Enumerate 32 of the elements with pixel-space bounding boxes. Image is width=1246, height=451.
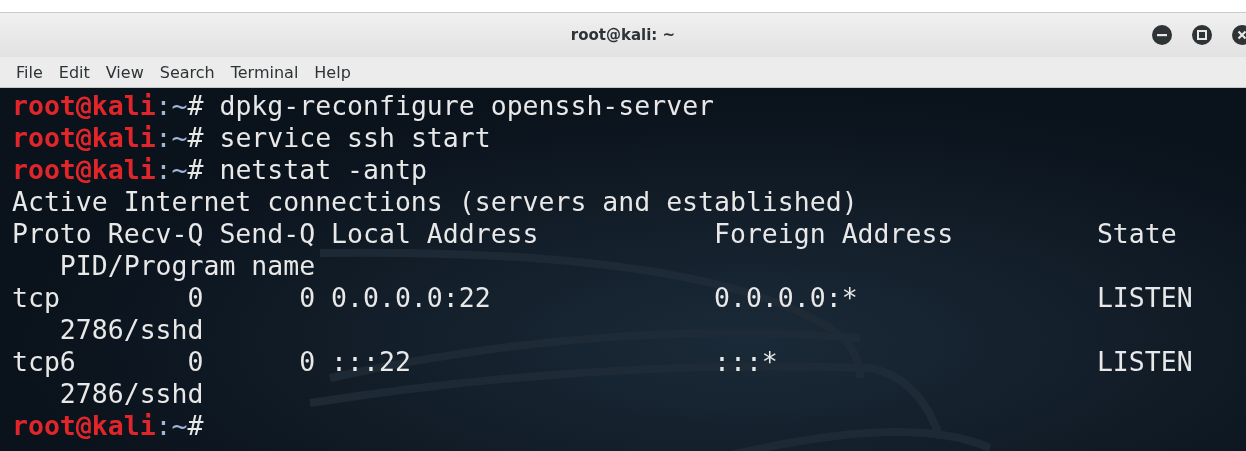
prompt-path: :~ (155, 410, 188, 441)
output-line: Active Internet connections (servers and established) (12, 186, 858, 218)
output-line: PID/Program name (58, 250, 316, 282)
output-line: Proto Recv-Q Send-Q Local Address Foreign Address State (12, 218, 1177, 250)
minimize-button[interactable] (1152, 25, 1172, 45)
command-text: dpkg-reconfigure openssh-server (219, 90, 715, 121)
menu-item[interactable]: Edit (50, 62, 98, 82)
prompt-symbol: # (187, 154, 204, 185)
command-text: service ssh start (219, 122, 491, 153)
output-line: tcp6 0 0 :::22 :::* LISTEN (12, 346, 1193, 378)
menu-item[interactable]: File (8, 62, 51, 82)
prompt-path: :~ (155, 154, 188, 185)
prompt-symbol: # (187, 122, 204, 153)
prompt-user-host: root@kali (12, 122, 156, 153)
menu-item[interactable]: View (97, 62, 152, 82)
prompt-path: :~ (155, 90, 188, 121)
prompt-path: :~ (155, 122, 188, 153)
window-title: root@kali: ~ (570, 26, 676, 44)
prompt-user-host: root@kali (12, 90, 156, 121)
output-line: tcp 0 0 0.0.0.0:22 0.0.0.0:* LISTEN (12, 282, 1193, 314)
menu-item[interactable]: Terminal (222, 62, 307, 82)
command-text: netstat -antp (219, 154, 427, 185)
menu-item[interactable]: Help (306, 62, 359, 82)
output-line: 2786/sshd (58, 378, 204, 410)
menu-item[interactable]: Search (151, 62, 223, 82)
prompt-user-host: root@kali (12, 154, 156, 185)
output-line: 2786/sshd (58, 314, 204, 346)
prompt-user-host: root@kali (12, 410, 156, 441)
prompt-symbol: # (187, 410, 204, 441)
maximize-button[interactable] (1192, 25, 1212, 45)
prompt-symbol: # (187, 90, 204, 121)
close-button[interactable] (1232, 25, 1246, 45)
